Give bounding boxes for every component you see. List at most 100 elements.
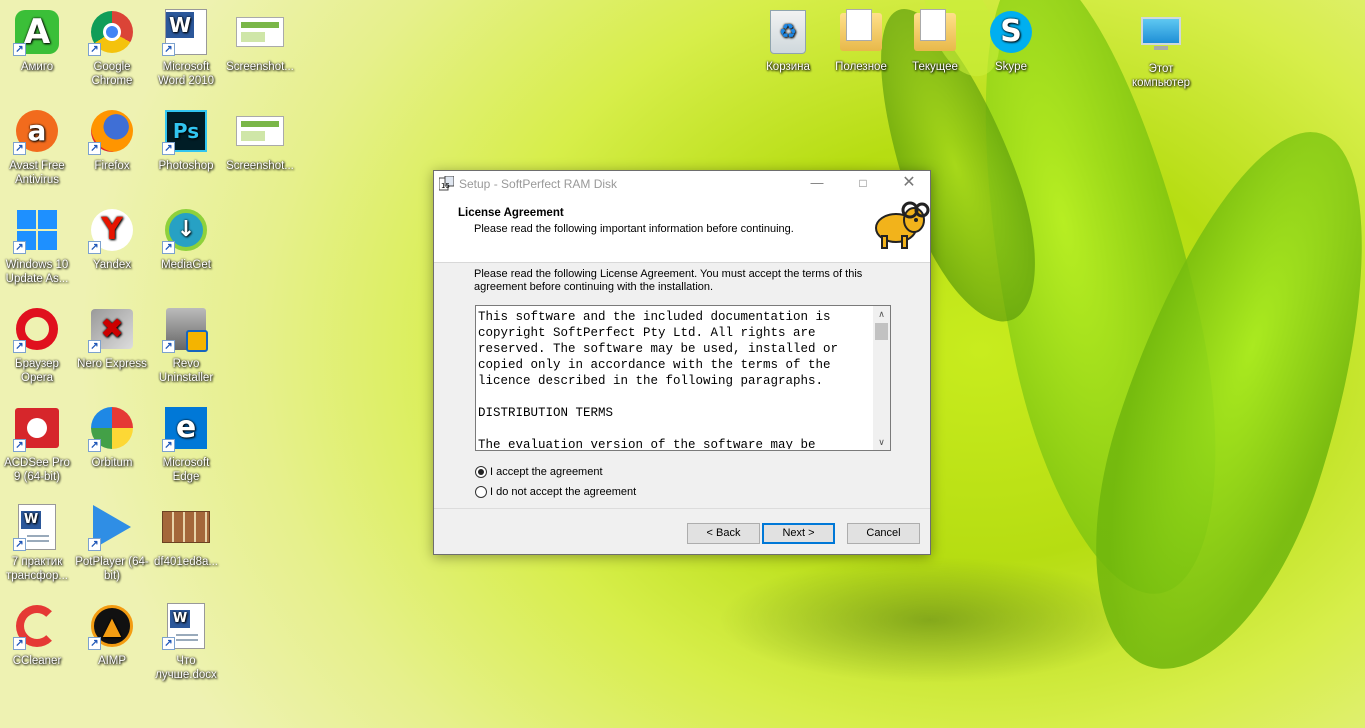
decline-radio-row[interactable]: I do not accept the agreement bbox=[475, 486, 636, 498]
maximize-button[interactable]: □ bbox=[840, 171, 886, 196]
shortcut-arrow-icon: ↗ bbox=[13, 538, 26, 551]
dialog-title: Setup - SoftPerfect RAM Disk bbox=[459, 177, 618, 191]
desktop-icon[interactable]: Screenshot... bbox=[223, 99, 297, 193]
desktop-icon[interactable]: W ↗ 7 практик трансфор... bbox=[0, 495, 74, 589]
desktop-icon-label: Google Chrome bbox=[91, 61, 133, 87]
shortcut-arrow-icon: ↗ bbox=[88, 340, 101, 353]
desktop-icon[interactable]: ↗ Firefox bbox=[75, 99, 149, 193]
edge-icon: e ↗ bbox=[162, 404, 210, 452]
chrome-icon: ↗ bbox=[88, 8, 136, 56]
desktop-icon-label: Screenshot... bbox=[226, 160, 294, 172]
back-button[interactable]: < Back bbox=[687, 523, 760, 544]
desktop-icon-label: Текущее bbox=[912, 61, 958, 73]
desktop-icon-label: Корзина bbox=[766, 61, 810, 73]
desktop-icon[interactable]: ♻ Корзина bbox=[751, 0, 825, 94]
desktop-icon-label: Полезное bbox=[835, 61, 887, 73]
desktop-icon-label: Firefox bbox=[94, 160, 130, 172]
desktop-icon[interactable]: S Skype bbox=[974, 0, 1048, 94]
desktop-icon[interactable]: ↗ Google Chrome bbox=[75, 0, 149, 94]
desktop-icon[interactable]: ↓ ↗ MediaGet bbox=[149, 198, 223, 292]
scroll-up-icon[interactable]: ∧ bbox=[873, 306, 890, 322]
divider bbox=[434, 508, 930, 509]
desktop-icon-label: Амиго bbox=[20, 61, 54, 73]
desktop-icon-label: Photoshop bbox=[158, 160, 214, 172]
desktop-icon[interactable]: ↗ PotPlayer (64-bit) bbox=[75, 495, 149, 589]
minimize-button[interactable]: — bbox=[794, 171, 840, 196]
desktop-icon[interactable]: ▲ ↗ AIMP bbox=[75, 594, 149, 688]
shortcut-arrow-icon: ↗ bbox=[88, 538, 101, 551]
shortcut-arrow-icon: ↗ bbox=[162, 340, 175, 353]
desktop-icon[interactable]: df401ed8a... bbox=[149, 495, 223, 589]
accept-radio-row[interactable]: I accept the agreement bbox=[475, 466, 603, 478]
shortcut-arrow-icon: ↗ bbox=[13, 439, 26, 452]
desktop-icon[interactable]: ✖ ↗ Nero Express bbox=[75, 297, 149, 391]
desktop-icon-label: Этот компьютер bbox=[1132, 63, 1190, 89]
aimp-icon: ▲ ↗ bbox=[88, 602, 136, 650]
license-textbox[interactable]: This software and the included documenta… bbox=[475, 305, 891, 451]
desktop-icon-label: Yandex bbox=[92, 259, 132, 271]
dialog-titlebar[interactable]: 15 Setup - SoftPerfect RAM Disk — □ ✕ bbox=[434, 171, 930, 196]
cancel-button[interactable]: Cancel bbox=[847, 523, 920, 544]
shortcut-arrow-icon: ↗ bbox=[88, 439, 101, 452]
decline-radio-label[interactable]: I do not accept the agreement bbox=[490, 486, 636, 498]
desktop-icon[interactable]: e ↗ Microsoft Edge bbox=[149, 396, 223, 490]
desktop-icon[interactable]: ↗ Revo Uninstaller bbox=[149, 297, 223, 391]
amigo-icon: A ↗ bbox=[13, 8, 61, 56]
desktop-icon[interactable]: W ↗ Microsoft Word 2010 bbox=[149, 0, 223, 94]
close-button[interactable]: ✕ bbox=[886, 171, 932, 196]
accept-radio-label[interactable]: I accept the agreement bbox=[490, 466, 603, 478]
desktop-icon-label: Orbitum bbox=[91, 457, 133, 469]
photoshop-icon: Ps ↗ bbox=[162, 107, 210, 155]
folder-icon bbox=[911, 8, 959, 56]
desktop-icon[interactable]: a ↗ Avast Free Antivirus bbox=[0, 99, 74, 193]
setup-app-icon: 15 bbox=[439, 176, 454, 191]
mediaget-icon: ↓ ↗ bbox=[162, 206, 210, 254]
dialog-header: License Agreement Please read the follow… bbox=[434, 196, 930, 263]
desktop-icon[interactable]: W ↗ Что лучше.docx bbox=[149, 594, 223, 688]
nero-icon: ✖ ↗ bbox=[88, 305, 136, 353]
shortcut-arrow-icon: ↗ bbox=[162, 637, 175, 650]
scroll-thumb[interactable] bbox=[875, 323, 888, 340]
desktop-icon-label: Браузер Opera bbox=[15, 358, 59, 384]
license-scrollbar[interactable]: ∧ ∨ bbox=[873, 306, 890, 450]
desktop-icon-label: Revo Uninstaller bbox=[158, 358, 214, 384]
acdsee-icon: ↗ bbox=[13, 404, 61, 452]
setup-dialog: 15 Setup - SoftPerfect RAM Disk — □ ✕ Li… bbox=[433, 170, 931, 555]
orbitum-icon: ↗ bbox=[88, 404, 136, 452]
desktop-icon-label: Avast Free Antivirus bbox=[9, 160, 65, 186]
desktop-icon-label: Что лучше.docx bbox=[155, 655, 217, 681]
ccleaner-icon: ↗ bbox=[13, 602, 61, 650]
desktop-icon[interactable]: ↗ Windows 10 Update As... bbox=[0, 198, 74, 292]
desktop-icon[interactable]: Текущее bbox=[898, 0, 972, 94]
desktop-icon[interactable]: Y ↗ Yandex bbox=[75, 198, 149, 292]
shortcut-arrow-icon: ↗ bbox=[13, 142, 26, 155]
scroll-down-icon[interactable]: ∨ bbox=[873, 434, 890, 450]
desktop-icon[interactable]: ↗ CCleaner bbox=[0, 594, 74, 688]
shortcut-arrow-icon: ↗ bbox=[88, 637, 101, 650]
svg-text:15: 15 bbox=[441, 182, 450, 190]
desktop-icon[interactable]: Screenshot... bbox=[223, 0, 297, 94]
desktop-icon-label: df401ed8a... bbox=[154, 556, 218, 568]
desktop-icon[interactable]: Ps ↗ Photoshop bbox=[149, 99, 223, 193]
accept-radio[interactable] bbox=[475, 466, 487, 478]
desktop-icon[interactable]: ↗ ACDSee Pro 9 (64-bit) bbox=[0, 396, 74, 490]
avast-icon: a ↗ bbox=[13, 107, 61, 155]
potplayer-icon: ↗ bbox=[88, 503, 136, 551]
shortcut-arrow-icon: ↗ bbox=[13, 43, 26, 56]
desktop-icon[interactable]: ↗ Браузер Opera bbox=[0, 297, 74, 391]
screenshot-icon bbox=[236, 8, 284, 56]
decline-radio[interactable] bbox=[475, 486, 487, 498]
shortcut-arrow-icon: ↗ bbox=[162, 241, 175, 254]
desktop-icon[interactable]: Полезное bbox=[824, 0, 898, 94]
windows-update-icon: ↗ bbox=[13, 206, 61, 254]
shortcut-arrow-icon: ↗ bbox=[13, 241, 26, 254]
desktop-icon[interactable]: A ↗ Амиго bbox=[0, 0, 74, 94]
desktop-icon[interactable]: Этот компьютер bbox=[1124, 2, 1198, 96]
desktop-icon-label: Windows 10 Update As... bbox=[5, 259, 69, 285]
desktop-icon[interactable]: ↗ Orbitum bbox=[75, 396, 149, 490]
folder-icon bbox=[837, 8, 885, 56]
next-button[interactable]: Next > bbox=[762, 523, 835, 544]
header-subtitle: Please read the following important info… bbox=[474, 223, 794, 235]
word-icon: W ↗ bbox=[162, 8, 210, 56]
shortcut-arrow-icon: ↗ bbox=[162, 439, 175, 452]
